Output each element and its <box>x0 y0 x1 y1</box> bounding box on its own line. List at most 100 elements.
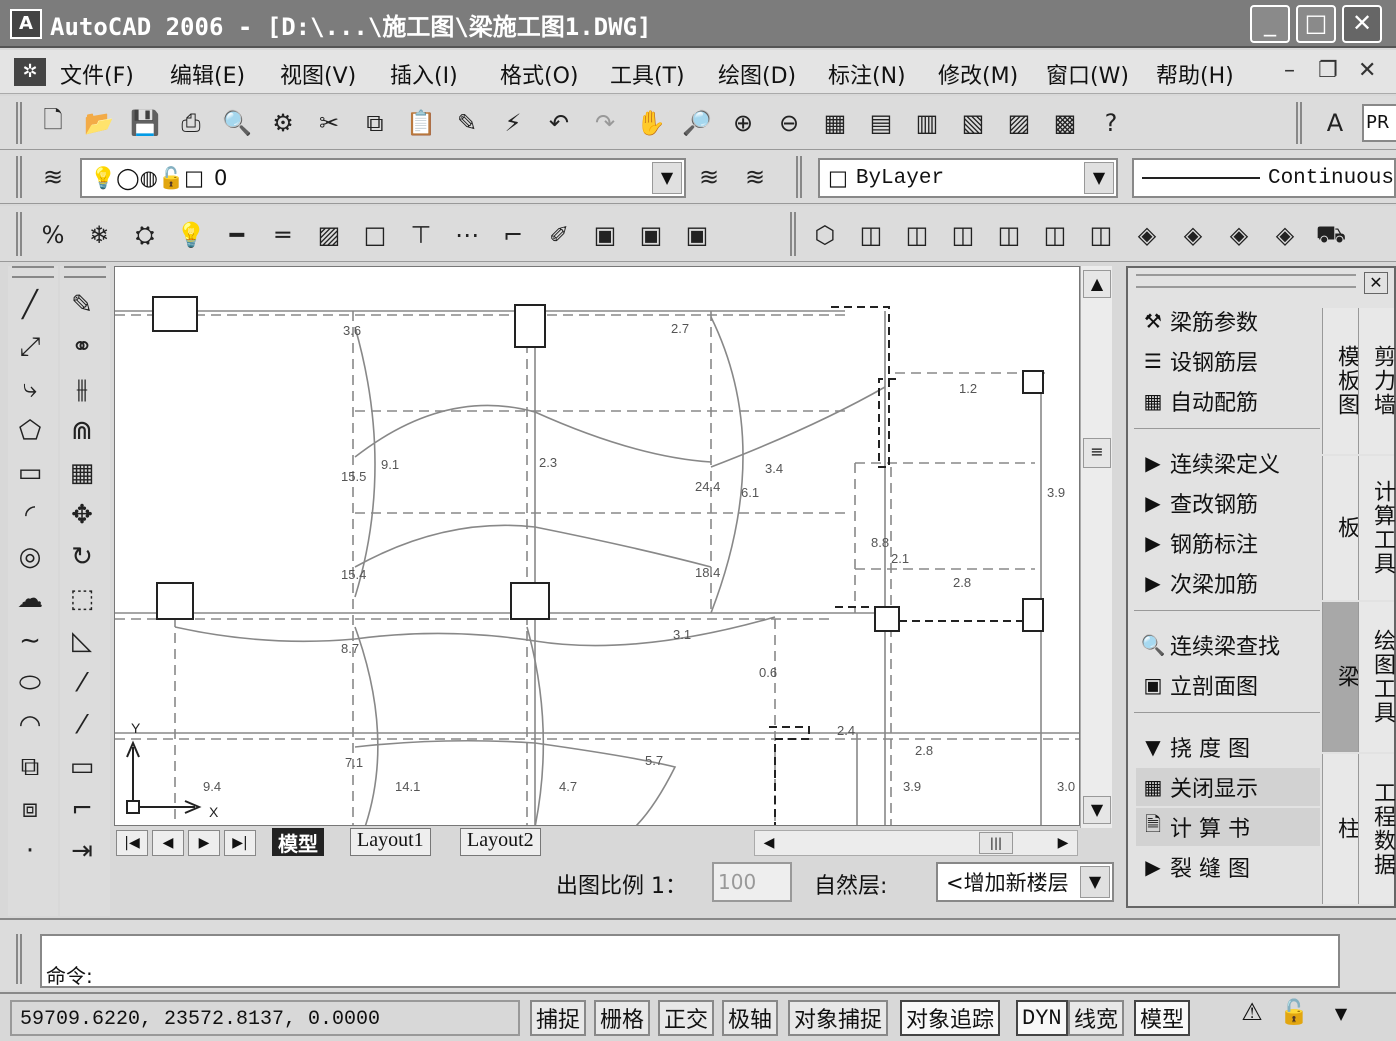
lock-icon[interactable]: 🔓 <box>1276 998 1312 1036</box>
next-tab-icon[interactable]: ▶ <box>188 830 220 856</box>
chevron-down-icon[interactable]: ▼ <box>652 162 682 194</box>
extend-icon[interactable]: ⁄ <box>60 704 104 746</box>
panel-item-beam-params[interactable]: ⚒ 梁筋参数 <box>1136 302 1320 340</box>
toggle-model[interactable]: 模型 <box>1134 1000 1191 1036</box>
toolbar-grip[interactable] <box>16 212 22 256</box>
menu-draw[interactable]: 绘图(D) <box>718 58 796 90</box>
scroll-up-icon[interactable]: ▲ <box>1083 270 1111 298</box>
command-grip[interactable] <box>16 934 22 984</box>
panel-item-hide-display[interactable]: ▦ 关闭显示 <box>1136 768 1320 806</box>
view-left-icon[interactable]: ◫ <box>944 216 982 254</box>
box-3d-icon[interactable]: ▣ <box>586 216 624 254</box>
tab-draw-tools[interactable]: 绘图工具 <box>1358 602 1395 752</box>
panel-item-rebar-layer[interactable]: ☰ 设钢筋层 <box>1136 342 1320 380</box>
properties-icon[interactable]: ▦ <box>816 104 854 142</box>
toolbar-grip[interactable] <box>16 156 22 198</box>
camera-icon[interactable]: ⛟ <box>1312 216 1350 254</box>
view-front-icon[interactable]: ◫ <box>1036 216 1074 254</box>
view-iso-icon[interactable]: ⬡ <box>806 216 844 254</box>
save-icon[interactable]: 💾 <box>126 104 164 142</box>
view-top-icon[interactable]: ◫ <box>852 216 890 254</box>
ellipse-icon[interactable]: ⬭ <box>8 662 52 704</box>
trim-icon[interactable]: ⁄ <box>60 662 104 704</box>
maximize-button[interactable]: □ <box>1296 5 1336 43</box>
layer-previous-icon[interactable]: ≋ <box>736 158 774 196</box>
toggle-snap[interactable]: 捕捉 <box>530 1000 587 1036</box>
view-sw-iso-icon[interactable]: ◈ <box>1128 216 1166 254</box>
panel-item-edit-rebar[interactable]: ▶ 查改钢筋 <box>1136 484 1320 522</box>
array-icon[interactable]: ▦ <box>60 452 104 494</box>
view-bottom-icon[interactable]: ◫ <box>898 216 936 254</box>
last-tab-icon[interactable]: ▶| <box>224 830 256 856</box>
scroll-left-icon[interactable]: ◀ <box>757 832 781 854</box>
layer-freeze-icon[interactable]: ❄ <box>80 216 118 254</box>
print-icon[interactable]: ⎙ <box>172 104 210 142</box>
scroll-thumb[interactable]: ||| <box>979 832 1013 854</box>
paste-icon[interactable]: 📋 <box>402 104 440 142</box>
insert-block-icon[interactable]: ⧉ <box>8 746 52 788</box>
ellipse-arc-icon[interactable]: ◠ <box>8 704 52 746</box>
join-icon[interactable]: ⌐ <box>60 788 104 830</box>
panel-item-section[interactable]: ▣ 立剖面图 <box>1136 666 1320 704</box>
rectangle-icon[interactable]: ▭ <box>8 452 52 494</box>
toggle-ortho[interactable]: 正交 <box>658 1000 715 1036</box>
scroll-right-icon[interactable]: ▶ <box>1051 832 1075 854</box>
percent-icon[interactable]: % <box>34 216 72 254</box>
vertical-scrollbar[interactable]: ▲ ≡ ▼ <box>1080 266 1112 828</box>
menu-insert[interactable]: 插入(I) <box>390 58 458 90</box>
point-icon[interactable]: · <box>8 830 52 872</box>
scale-icon[interactable]: ⬚ <box>60 578 104 620</box>
tab-slab[interactable]: 板 <box>1322 456 1359 600</box>
panel-item-auto-rebar[interactable]: ▦ 自动配筋 <box>1136 382 1320 420</box>
toggle-osnap[interactable]: 对象捕捉 <box>788 1000 889 1036</box>
arc-icon[interactable]: ◜ <box>8 494 52 536</box>
dim-angle-icon[interactable]: ⌐ <box>494 216 532 254</box>
minimize-button[interactable]: _ <box>1250 5 1290 43</box>
menu-dimension[interactable]: 标注(N) <box>828 58 906 90</box>
mdi-minimize-button[interactable]: – <box>1284 58 1295 83</box>
menu-file[interactable]: 文件(F) <box>60 58 134 90</box>
panel-item-secondary-beam[interactable]: ▶ 次梁加筋 <box>1136 564 1320 602</box>
command-line[interactable]: 命令: <box>40 934 1340 988</box>
color-combo[interactable]: □ ByLayer ▼ <box>818 158 1118 198</box>
toggle-polar[interactable]: 极轴 <box>722 1000 779 1036</box>
status-menu-chevron-icon[interactable]: ▼ <box>1326 1004 1356 1034</box>
dim-aligned-icon[interactable]: ⋯ <box>448 216 486 254</box>
panel-item-beam-search[interactable]: 🔍 连续梁查找 <box>1136 626 1320 664</box>
undo-icon[interactable]: ↶ <box>540 104 578 142</box>
menu-help[interactable]: 帮助(H) <box>1156 58 1234 90</box>
tab-beam[interactable]: 梁 <box>1322 602 1359 752</box>
menu-format[interactable]: 格式(O) <box>500 58 578 90</box>
toolbar-grip[interactable] <box>16 102 22 144</box>
redo-icon[interactable]: ↷ <box>586 104 624 142</box>
calculator-icon[interactable]: ▩ <box>1046 104 1084 142</box>
menu-tools[interactable]: 工具(T) <box>610 58 685 90</box>
text-style-icon[interactable]: A <box>1316 104 1354 142</box>
layer-combo[interactable]: 💡◯◍🔓□ 0 ▼ <box>80 158 686 198</box>
pan-icon[interactable]: ✋ <box>632 104 670 142</box>
zoom-previous-icon[interactable]: ⊖ <box>770 104 808 142</box>
toolbar-grip[interactable] <box>64 266 106 278</box>
menu-window[interactable]: 窗口(W) <box>1046 58 1129 90</box>
panel-item-rebar-annotation[interactable]: ▶ 钢筋标注 <box>1136 524 1320 562</box>
tab-layout2[interactable]: Layout2 <box>460 828 541 856</box>
panel-item-calc-book[interactable]: 🗎 计 算 书 <box>1136 808 1320 846</box>
dim-edit-icon[interactable]: ✐ <box>540 216 578 254</box>
toolbar-grip[interactable] <box>796 156 802 198</box>
bulb-icon[interactable]: 💡 <box>172 216 210 254</box>
scale-input[interactable]: 100 <box>712 862 792 902</box>
offset-icon[interactable]: ⋒ <box>60 410 104 452</box>
thick-line-icon[interactable]: ━ <box>218 216 256 254</box>
panel-item-crack[interactable]: ▶ 裂 缝 图 <box>1136 848 1320 886</box>
pen-style-field[interactable]: PR <box>1362 104 1396 142</box>
polygon-icon[interactable]: ⬠ <box>8 410 52 452</box>
revision-cloud-icon[interactable]: ☁ <box>8 578 52 620</box>
floor-combo[interactable]: <增加新楼层 ▼ <box>936 862 1114 902</box>
scroll-thumb[interactable]: ≡ <box>1083 438 1111 468</box>
explode-icon[interactable]: ⇥ <box>60 830 104 872</box>
view-right-icon[interactable]: ◫ <box>990 216 1028 254</box>
chevron-down-icon[interactable]: ▼ <box>1084 162 1114 194</box>
document-icon[interactable]: ✲ <box>14 58 46 86</box>
toolbar-grip[interactable] <box>1296 102 1302 144</box>
markup-icon[interactable]: ▨ <box>1000 104 1038 142</box>
